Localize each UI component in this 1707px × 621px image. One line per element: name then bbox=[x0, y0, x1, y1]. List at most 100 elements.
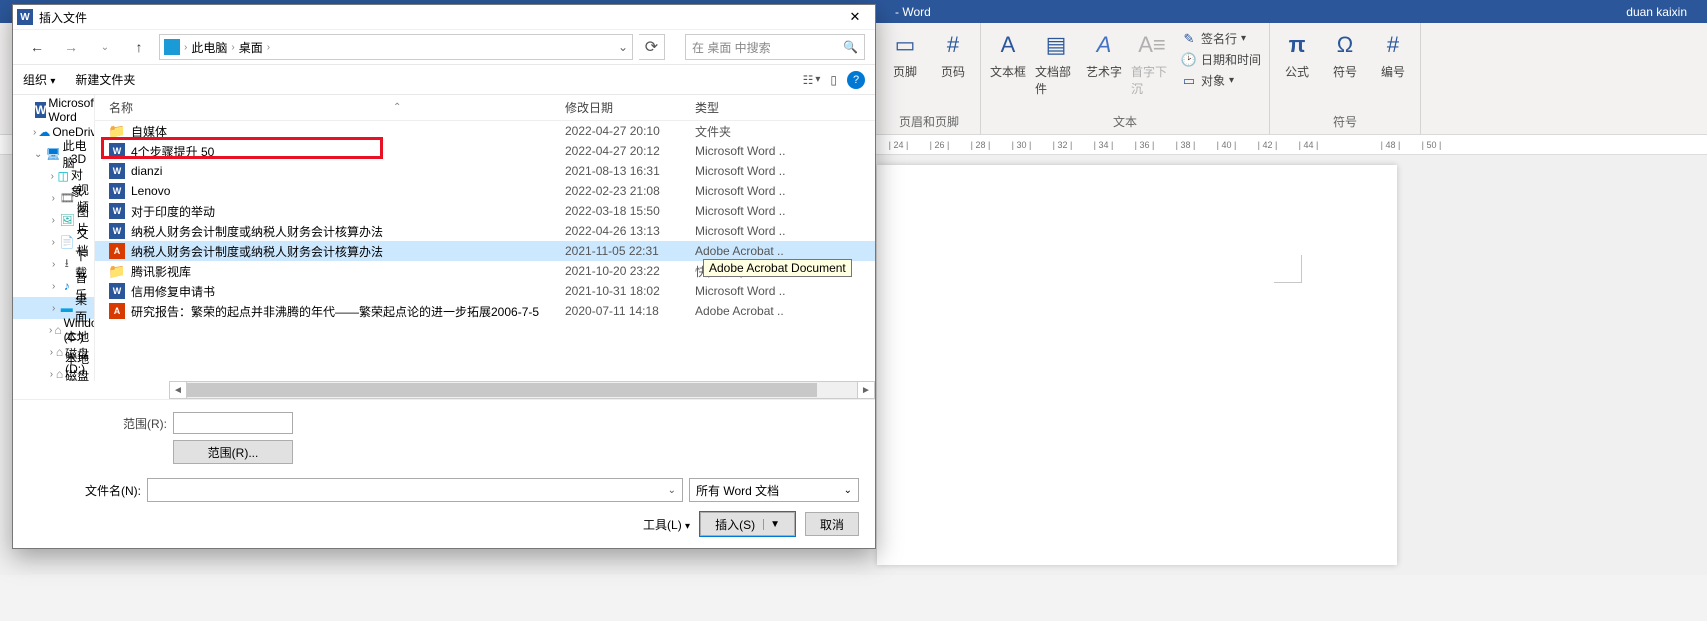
scroll-left-button[interactable]: ◄ bbox=[169, 381, 187, 399]
symbol-icon: Ω bbox=[1329, 29, 1361, 61]
new-folder-button[interactable]: 新建文件夹 bbox=[75, 71, 135, 88]
tree-node[interactable]: WMicrosoft Word bbox=[13, 99, 94, 121]
scroll-right-button[interactable]: ► bbox=[857, 381, 875, 399]
number-button[interactable]: # 编号 bbox=[1372, 29, 1414, 80]
search-input[interactable]: 在 桌面 中搜索 🔍 bbox=[685, 34, 865, 60]
user-name: duan kaixin bbox=[1626, 5, 1687, 19]
wordart-button[interactable]: A 艺术字 bbox=[1083, 29, 1125, 80]
docpart-icon: ▤ bbox=[1040, 29, 1072, 61]
file-row[interactable]: W4个步骤提升 502022-04-27 20:12Microsoft Word… bbox=[95, 141, 875, 161]
nav-back-button[interactable]: ← bbox=[23, 35, 51, 59]
file-row[interactable]: A研究报告：繁荣的起点并非沸腾的年代——繁荣起点论的进一步拓展2006-7-52… bbox=[95, 301, 875, 321]
docpart-button[interactable]: ▤ 文档部件 bbox=[1035, 29, 1077, 97]
group-label: 符号 bbox=[1276, 111, 1414, 132]
file-row[interactable]: 📁自媒体2022-04-27 20:10文件夹 bbox=[95, 121, 875, 141]
close-button[interactable]: ✕ bbox=[835, 5, 875, 29]
file-date: 2022-04-26 13:13 bbox=[565, 224, 695, 238]
page-number-button[interactable]: # 页码 bbox=[932, 29, 974, 80]
insert-button[interactable]: 插入(S) ▼ bbox=[700, 512, 795, 536]
file-date: 2022-04-27 20:12 bbox=[565, 144, 695, 158]
folder-icon: 📁 bbox=[109, 123, 125, 139]
sort-indicator-icon: ⌃ bbox=[393, 102, 401, 113]
address-bar[interactable]: › 此电脑 › 桌面 › ⌄ bbox=[159, 34, 633, 60]
document-page[interactable] bbox=[877, 165, 1397, 565]
cancel-button[interactable]: 取消 bbox=[805, 512, 859, 536]
tools-menu[interactable]: 工具(L) ▾ bbox=[643, 516, 690, 533]
word-icon: W bbox=[109, 223, 125, 239]
column-headers[interactable]: 名称 ⌃ 修改日期 类型 bbox=[95, 95, 875, 121]
word-icon: W bbox=[109, 183, 125, 199]
dialog-title-bar[interactable]: W 插入文件 ✕ bbox=[13, 5, 875, 29]
footer-button[interactable]: ▭ 页脚 bbox=[884, 29, 926, 80]
preview-pane-button[interactable]: ▯ bbox=[830, 73, 837, 87]
nav-forward-button: → bbox=[57, 35, 85, 59]
shortcut-icon: 📁 bbox=[109, 263, 125, 279]
chevron-icon: › bbox=[49, 347, 54, 358]
file-name: 4个步骤提升 50 bbox=[131, 143, 214, 160]
signature-line-button[interactable]: ✎ 签名行 ▾ bbox=[1179, 29, 1263, 48]
file-name: 研究报告：繁荣的起点并非沸腾的年代——繁荣起点论的进一步拓展2006-7-5 bbox=[131, 303, 539, 320]
footer-icon: ▭ bbox=[889, 29, 921, 61]
nav-tree[interactable]: WMicrosoft Word›☁OneDrive⌄🖥此电脑›◫3D 对象›🎞视… bbox=[13, 95, 95, 381]
tooltip: Adobe Acrobat Document bbox=[703, 259, 852, 277]
file-row[interactable]: W信用修复申请书2021-10-31 18:02Microsoft Word .… bbox=[95, 281, 875, 301]
file-row[interactable]: WLenovo2022-02-23 21:08Microsoft Word .. bbox=[95, 181, 875, 201]
range-input[interactable] bbox=[173, 412, 293, 434]
word-icon: W bbox=[109, 283, 125, 299]
range-label: 范围(R): bbox=[103, 415, 167, 432]
ribbon-group-symbols: π 公式 Ω 符号 # 编号 符号 bbox=[1270, 23, 1421, 134]
file-type-filter[interactable]: 所有 Word 文档 ⌄ bbox=[689, 478, 859, 502]
object-button[interactable]: ▭ 对象 ▾ bbox=[1179, 71, 1263, 90]
symbol-button[interactable]: Ω 符号 bbox=[1324, 29, 1366, 80]
scroll-thumb[interactable] bbox=[187, 383, 817, 397]
address-dropdown-icon[interactable]: ⌄ bbox=[618, 40, 628, 54]
ruler-tick: | 36 | bbox=[1124, 140, 1165, 150]
breadcrumb-item[interactable]: 桌面 bbox=[239, 39, 263, 56]
file-name: 自媒体 bbox=[131, 123, 167, 140]
filename-input[interactable] bbox=[148, 479, 662, 501]
column-type[interactable]: 类型 bbox=[695, 99, 855, 116]
horizontal-scrollbar[interactable]: ◄ ► bbox=[169, 381, 875, 399]
insert-split-icon[interactable]: ▼ bbox=[763, 519, 780, 530]
view-mode-button[interactable]: ☷ ▾ bbox=[803, 73, 821, 87]
file-row[interactable]: Wdianzi2021-08-13 16:31Microsoft Word .. bbox=[95, 161, 875, 181]
file-date: 2021-10-31 18:02 bbox=[565, 284, 695, 298]
column-name[interactable]: 名称 bbox=[109, 99, 133, 116]
video-icon: 🎞 bbox=[60, 190, 75, 206]
column-date[interactable]: 修改日期 bbox=[565, 99, 695, 116]
pdf-icon: A bbox=[109, 243, 125, 259]
file-type: Microsoft Word .. bbox=[695, 284, 875, 298]
equation-button[interactable]: π 公式 bbox=[1276, 29, 1318, 80]
signature-icon: ✎ bbox=[1181, 31, 1197, 47]
range-button[interactable]: 范围(R)... bbox=[173, 440, 293, 464]
scroll-track[interactable] bbox=[187, 381, 857, 399]
filename-dropdown-icon[interactable]: ⌄ bbox=[662, 485, 682, 496]
wordart-icon: A bbox=[1088, 29, 1120, 61]
ruler-tick: | 32 | bbox=[1042, 140, 1083, 150]
help-button[interactable]: ? bbox=[847, 71, 865, 89]
nav-up-button[interactable]: ↑ bbox=[125, 35, 153, 59]
file-name: 对于印度的举动 bbox=[131, 203, 215, 220]
nav-recent-button[interactable]: ⌄ bbox=[91, 35, 119, 59]
file-row[interactable]: W纳税人财务会计制度或纳税人财务会计核算办法2022-04-26 13:13Mi… bbox=[95, 221, 875, 241]
file-date: 2022-02-23 21:08 bbox=[565, 184, 695, 198]
organize-menu[interactable]: 组织 ▾ bbox=[23, 71, 55, 88]
chevron-icon: ⌄ bbox=[33, 149, 43, 160]
file-date: 2021-11-05 22:31 bbox=[565, 244, 695, 258]
ruler-tick: | 26 | bbox=[919, 140, 960, 150]
refresh-button[interactable]: ⟳ bbox=[639, 34, 665, 60]
dialog-title: 插入文件 bbox=[39, 9, 87, 26]
file-rows[interactable]: 📁自媒体2022-04-27 20:10文件夹W4个步骤提升 502022-04… bbox=[95, 121, 875, 381]
disk-icon: ⌂ bbox=[54, 322, 61, 338]
ruler-tick: | 40 | bbox=[1206, 140, 1247, 150]
file-type: Microsoft Word .. bbox=[695, 184, 875, 198]
ruler-tick: | 38 | bbox=[1165, 140, 1206, 150]
dropcap-button: A≡ 首字下沉 bbox=[1131, 29, 1173, 97]
date-time-button[interactable]: 🕑 日期和时间 bbox=[1179, 50, 1263, 69]
textbox-button[interactable]: A 文本框 bbox=[987, 29, 1029, 80]
file-row[interactable]: A纳税人财务会计制度或纳税人财务会计核算办法2021-11-05 22:31Ad… bbox=[95, 241, 875, 261]
file-row[interactable]: W对于印度的举动2022-03-18 15:50Microsoft Word .… bbox=[95, 201, 875, 221]
breadcrumb-item[interactable]: 此电脑 bbox=[191, 39, 227, 56]
doc-icon: 📄 bbox=[60, 234, 75, 250]
tree-node[interactable]: ›⌂本地磁盘 (E:) bbox=[13, 363, 94, 381]
